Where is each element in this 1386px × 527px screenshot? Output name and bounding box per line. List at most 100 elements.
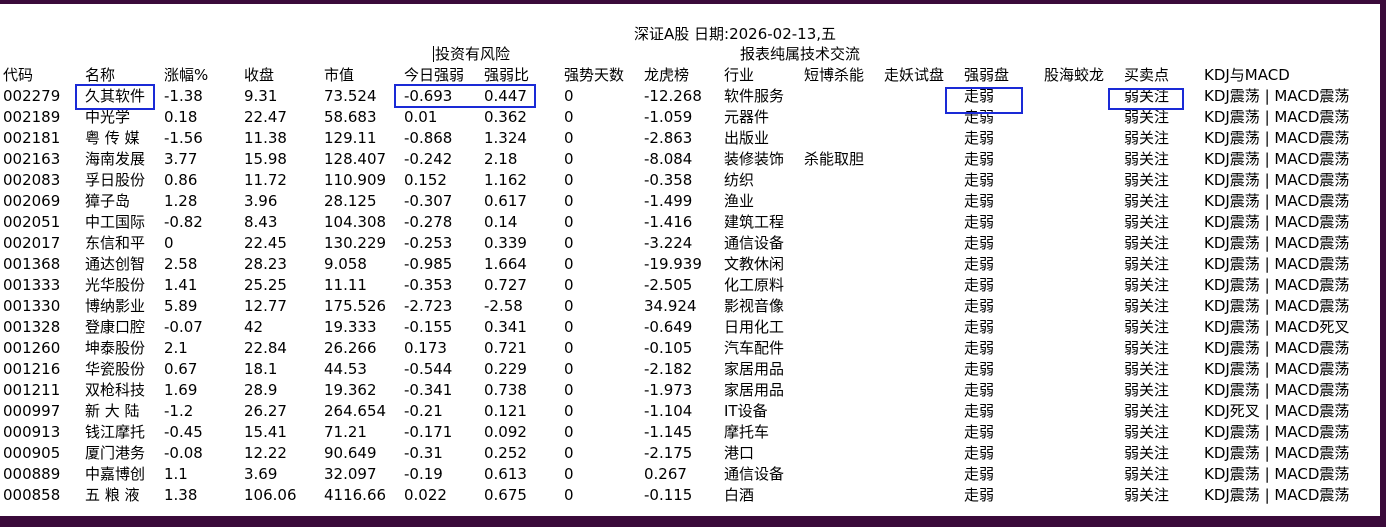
table-row[interactable]: 002189 中光学 0.18 22.47 58.683 0.01 0.362 0 -1.059…	[0, 107, 1380, 128]
table-cell: 0	[564, 360, 574, 378]
table-cell: 0	[564, 213, 574, 231]
table-cell: 通信设备	[724, 465, 785, 483]
column-header[interactable]: KDJ与MACD	[1204, 65, 1290, 86]
highlight-box-strength	[394, 84, 536, 108]
column-header[interactable]: 股海蛟龙	[1044, 65, 1104, 86]
table-cell: 2.58	[164, 255, 198, 273]
table-cell: 双枪科技	[85, 381, 146, 399]
table-cell: 坤泰股份	[85, 339, 146, 357]
table-cell: 104.308	[324, 213, 387, 231]
table-row[interactable]: 001211 双枪科技 1.69 28.9 19.362 -0.341 0.738 0 -1.9…	[0, 380, 1380, 401]
table-cell: 走弱	[964, 276, 995, 294]
table-row[interactable]: 002017 东信和平 0 22.45 130.229 -0.253 0.339 0 -3.22…	[0, 233, 1380, 254]
table-cell: 弱关注	[1124, 129, 1170, 147]
column-header[interactable]: 强弱盘	[964, 65, 1009, 86]
table-cell: 汽车配件	[724, 339, 785, 357]
table-cell: 15.41	[244, 423, 287, 441]
table-cell: -1.2	[164, 402, 194, 420]
table-row[interactable]: 001216 华瓷股份 0.67 18.1 44.53 -0.544 0.229 0 -2.18…	[0, 359, 1380, 380]
table-cell: 走弱	[964, 423, 995, 441]
table-cell: 1.69	[164, 381, 198, 399]
table-cell: 通信设备	[724, 234, 785, 252]
table-cell: 杀能取胆	[804, 150, 865, 168]
table-cell: -0.21	[404, 402, 443, 420]
table-cell: KDJ震荡 | MACD震荡	[1204, 486, 1350, 504]
table-cell: 建筑工程	[724, 213, 785, 231]
table-cell: 走弱	[964, 171, 995, 189]
column-header[interactable]: 市值	[324, 65, 354, 86]
table-cell: 粤 传 媒	[85, 129, 140, 147]
table-cell: 175.526	[324, 297, 387, 315]
table-cell: 001330	[3, 297, 61, 315]
table-cell: 0.67	[164, 360, 198, 378]
table-cell: 0.092	[484, 423, 527, 441]
table-row[interactable]: 000905 厦门港务 -0.08 12.22 90.649 -0.31 0.252 0 -2.…	[0, 443, 1380, 464]
table-cell: 弱关注	[1124, 402, 1170, 420]
column-header[interactable]: 收盘	[244, 65, 274, 86]
table-row[interactable]: 000913 钱江摩托 -0.45 15.41 71.21 -0.171 0.092 0 -1.…	[0, 422, 1380, 443]
column-header[interactable]: 短博杀能	[804, 65, 864, 86]
table-row[interactable]: 002051 中工国际 -0.82 8.43 104.308 -0.278 0.14 0 -1.…	[0, 212, 1380, 233]
table-row[interactable]: 000997 新 大 陆 -1.2 26.27 264.654 -0.21 0.121 0 -1…	[0, 401, 1380, 422]
table-row[interactable]: 001368 通达创智 2.58 28.23 9.058 -0.985 1.664 0 -19.…	[0, 254, 1380, 275]
table-cell: KDJ震荡 | MACD震荡	[1204, 381, 1350, 399]
table-cell: 001260	[3, 339, 61, 357]
table-cell: 3.77	[164, 150, 198, 168]
table-cell: 0.727	[484, 276, 527, 294]
table-cell: 11.38	[244, 129, 287, 147]
table-cell: 19.333	[324, 318, 377, 336]
table-cell: 128.407	[324, 150, 387, 168]
table-cell: 日用化工	[724, 318, 785, 336]
table-cell: 000913	[3, 423, 61, 441]
table-cell: 28.125	[324, 192, 377, 210]
column-header[interactable]: 代码	[3, 65, 33, 86]
table-row[interactable]: 001333 光华股份 1.41 25.25 11.11 -0.353 0.727 0 -2.5…	[0, 275, 1380, 296]
table-cell: 弱关注	[1124, 108, 1170, 126]
table-cell: 8.43	[244, 213, 278, 231]
table-cell: 0	[164, 234, 174, 252]
table-row[interactable]: 002163 海南发展 3.77 15.98 128.407 -0.242 2.18 0 -8.…	[0, 149, 1380, 170]
table-cell: KDJ震荡 | MACD震荡	[1204, 297, 1350, 315]
table-cell: 华瓷股份	[85, 360, 146, 378]
table-row[interactable]: 002083 孚日股份 0.86 11.72 110.909 0.152 1.162 0 -0.…	[0, 170, 1380, 191]
table-row[interactable]: 000889 中嘉博创 1.1 3.69 32.097 -0.19 0.613 0 0.267 通…	[0, 464, 1380, 485]
highlight-box-trade-point	[1108, 88, 1184, 110]
table-cell: KDJ震荡 | MACD震荡	[1204, 423, 1350, 441]
table-cell: 001216	[3, 360, 61, 378]
table-cell: 26.266	[324, 339, 377, 357]
column-header[interactable]: 走妖试盘	[884, 65, 944, 86]
column-header[interactable]: 买卖点	[1124, 65, 1169, 86]
table-cell: 000858	[3, 486, 61, 504]
table-cell: 走弱	[964, 192, 995, 210]
column-header[interactable]: 强势天数	[564, 65, 624, 86]
table-cell: 中光学	[85, 108, 131, 126]
table-cell: 0	[564, 318, 574, 336]
column-header[interactable]: 今日强弱	[404, 65, 464, 86]
table-cell: 22.84	[244, 339, 287, 357]
table-cell: -0.155	[404, 318, 453, 336]
table-cell: 71.21	[324, 423, 367, 441]
table-cell: 73.524	[324, 87, 377, 105]
table-cell: 002279	[3, 87, 61, 105]
table-cell: 001211	[3, 381, 61, 399]
table-cell: -1.416	[644, 213, 693, 231]
table-row[interactable]: 002069 獐子岛 1.28 3.96 28.125 -0.307 0.617 0 -1.49…	[0, 191, 1380, 212]
table-cell: -0.31	[404, 444, 443, 462]
table-row[interactable]: 001260 坤泰股份 2.1 22.84 26.266 0.173 0.721 0 -0.10…	[0, 338, 1380, 359]
table-cell: KDJ震荡 | MACD震荡	[1204, 192, 1350, 210]
table-row[interactable]: 000858 五 粮 液 1.38 106.06 4116.66 0.022 0.675 0 -…	[0, 485, 1380, 506]
table-row[interactable]: 001328 登康口腔 -0.07 42 19.333 -0.155 0.341 0 -0.64…	[0, 317, 1380, 338]
table-cell: 0	[564, 444, 574, 462]
table-row[interactable]: 001330 博纳影业 5.89 12.77 175.526 -2.723 -2.58 0 34…	[0, 296, 1380, 317]
table-cell: -0.253	[404, 234, 453, 252]
column-header[interactable]: 行业	[724, 65, 754, 86]
column-header[interactable]: 涨幅%	[164, 65, 208, 86]
table-cell: 000997	[3, 402, 61, 420]
table-cell: -0.307	[404, 192, 453, 210]
column-header[interactable]: 强弱比	[484, 65, 529, 86]
table-cell: 0.675	[484, 486, 527, 504]
column-header[interactable]: 龙虎榜	[644, 65, 689, 86]
table-cell: 1.1	[164, 465, 188, 483]
column-header[interactable]: 名称	[85, 65, 115, 86]
table-row[interactable]: 002181 粤 传 媒 -1.56 11.38 129.11 -0.868 1.324 0 -…	[0, 128, 1380, 149]
